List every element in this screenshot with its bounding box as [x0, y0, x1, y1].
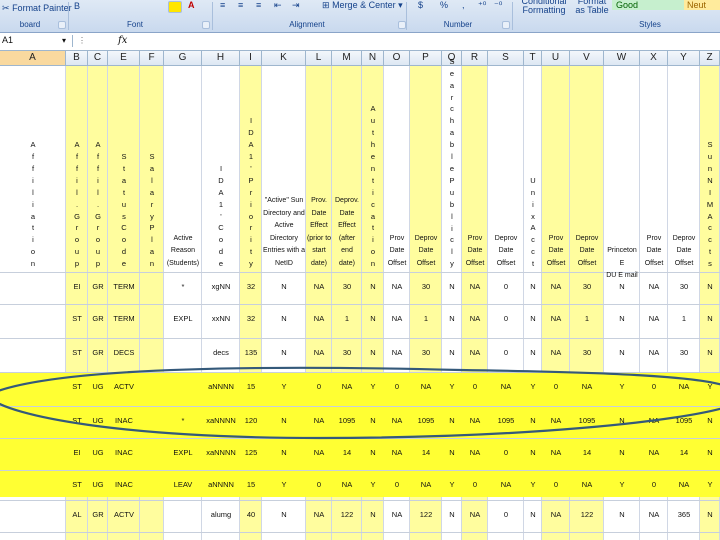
font-color-icon[interactable]: A: [188, 0, 195, 10]
column-header-i[interactable]: I: [240, 51, 262, 65]
alignment-launcher-icon[interactable]: [398, 21, 406, 29]
annotation-ellipse: [0, 366, 720, 440]
insert-function-button[interactable]: fx: [118, 35, 127, 46]
font-launcher-icon[interactable]: [202, 21, 210, 29]
column-header-m[interactable]: M: [332, 51, 362, 65]
font-group-label: Font: [126, 20, 143, 29]
bold-button[interactable]: B: [74, 1, 80, 11]
column-header-g[interactable]: G: [164, 51, 202, 65]
conditional-formatting-button[interactable]: Conditional Formatting: [518, 0, 570, 15]
formula-bar-handle-icon[interactable]: ⋮: [78, 36, 86, 45]
merge-center-icon: ⊞: [322, 0, 330, 10]
column-headers: ABCEFGHIKLMNOPQRSTUVWXYZ: [0, 51, 720, 66]
column-header-o[interactable]: O: [384, 51, 410, 65]
column-header-p[interactable]: P: [410, 51, 442, 65]
column-header-s[interactable]: S: [488, 51, 524, 65]
column-header-n[interactable]: N: [362, 51, 384, 65]
number-launcher-icon[interactable]: [502, 21, 510, 29]
column-header-u[interactable]: U: [542, 51, 570, 65]
merge-center-button[interactable]: ⊞ Merge & Center ▾: [322, 0, 403, 11]
styles-group-label: Styles: [639, 20, 661, 29]
align-right-icon[interactable]: ≡: [256, 0, 261, 10]
column-header-e[interactable]: E: [108, 51, 140, 65]
column-header-t[interactable]: T: [524, 51, 542, 65]
increase-indent-icon[interactable]: ⇥: [292, 0, 300, 11]
column-header-c[interactable]: C: [88, 51, 108, 65]
clipboard-group-label: board: [19, 20, 41, 29]
column-header-l[interactable]: L: [306, 51, 332, 65]
worksheet-grid[interactable]: A f f i l i a t i o nA f f i l . G r o u…: [0, 57, 720, 540]
column-header-r[interactable]: R: [462, 51, 488, 65]
ellipse-stroke: [0, 366, 720, 440]
column-header-h[interactable]: H: [202, 51, 240, 65]
style-good[interactable]: Good: [612, 0, 686, 10]
column-header-y[interactable]: Y: [668, 51, 700, 65]
decrease-indent-icon[interactable]: ⇤: [274, 0, 282, 11]
comma-style-icon[interactable]: ,: [462, 0, 465, 10]
decrease-decimal-icon[interactable]: ⁻⁰: [494, 0, 502, 11]
align-left-icon[interactable]: ≡: [220, 0, 225, 10]
fill-color-button[interactable]: [168, 1, 182, 13]
column-header-a[interactable]: A: [0, 51, 66, 65]
clipboard-launcher-icon[interactable]: [58, 21, 66, 29]
chevron-down-icon: ▾: [398, 0, 403, 10]
column-header-v[interactable]: V: [570, 51, 604, 65]
format-painter-button[interactable]: ✂ Format Painter: [2, 3, 72, 14]
column-header-w[interactable]: W: [604, 51, 640, 65]
formula-bar: A1 ▾ ⋮ fx: [0, 33, 720, 51]
format-painter-icon: ✂: [2, 3, 10, 13]
formula-input[interactable]: [135, 34, 720, 48]
ribbon: ✂ Format Painter board B A Font ≡ ≡ ≡ ⇤ …: [0, 0, 720, 33]
name-box-dropdown-icon[interactable]: ▾: [62, 36, 66, 45]
align-center-icon[interactable]: ≡: [238, 0, 243, 10]
format-as-table-button[interactable]: Format as Table: [572, 0, 612, 15]
style-neutral[interactable]: Neut: [684, 0, 720, 10]
column-header-z[interactable]: Z: [700, 51, 720, 65]
column-header-f[interactable]: F: [140, 51, 164, 65]
number-group-label: Number: [443, 20, 473, 29]
alignment-group-label: Alignment: [289, 20, 325, 29]
currency-button[interactable]: $: [418, 0, 423, 10]
column-header-b[interactable]: B: [66, 51, 88, 65]
increase-decimal-icon[interactable]: ⁺⁰: [478, 0, 486, 11]
column-header-k[interactable]: K: [262, 51, 306, 65]
column-header-x[interactable]: X: [640, 51, 668, 65]
percent-button[interactable]: %: [440, 0, 448, 10]
